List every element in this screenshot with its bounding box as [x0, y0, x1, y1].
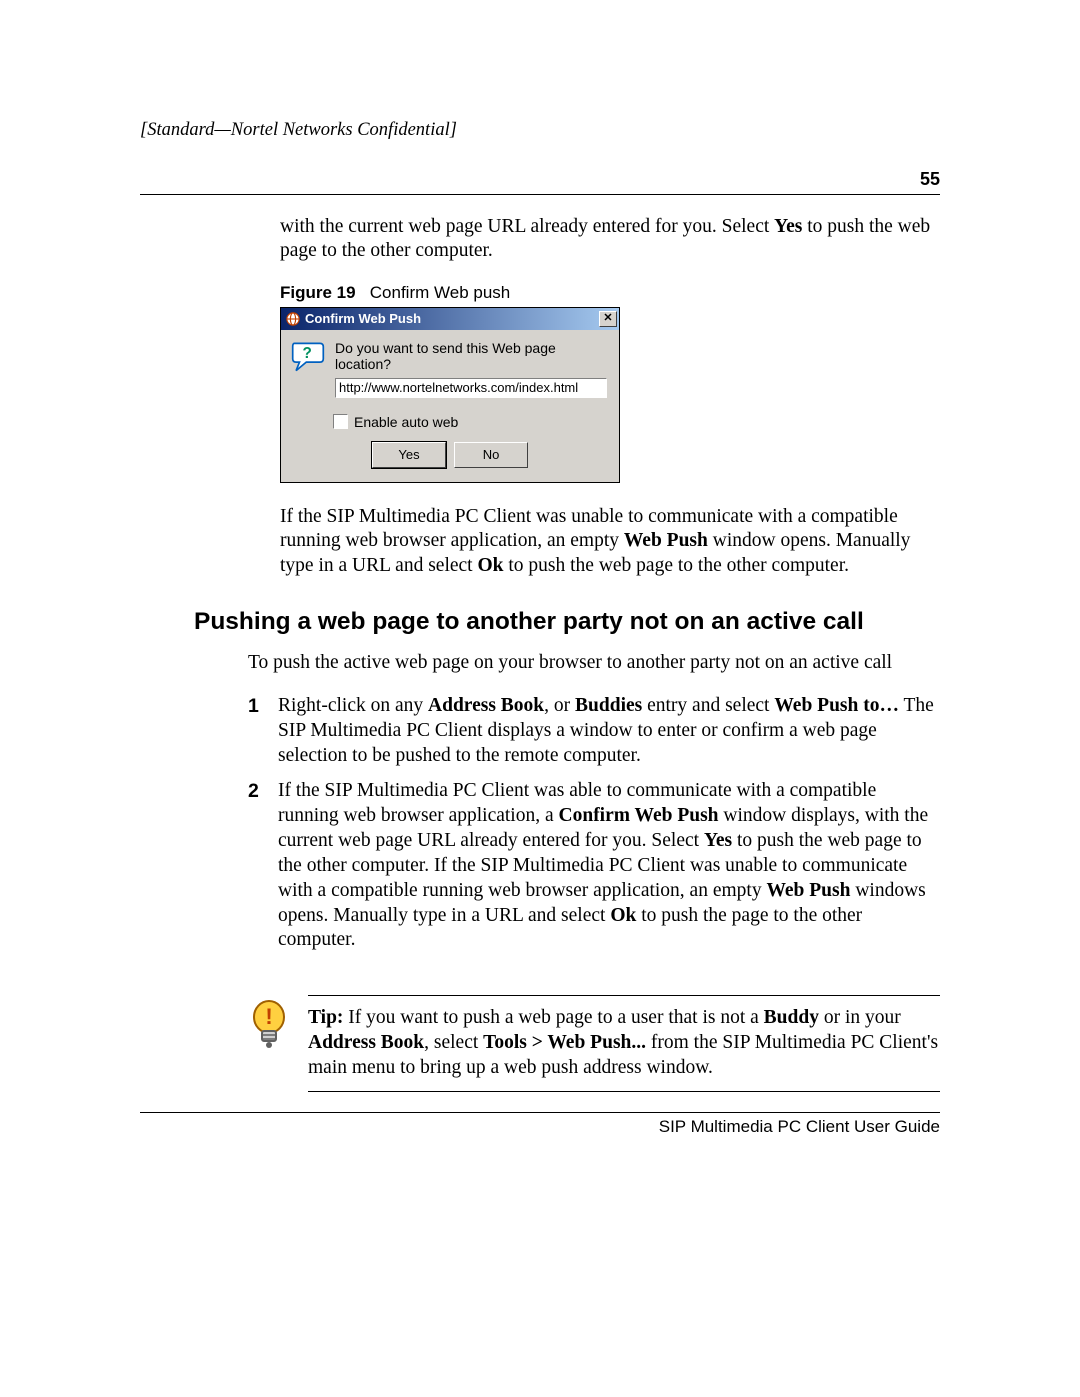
dialog-prompt: Do you want to send this Web page locati… [335, 340, 607, 372]
tip-text: Tip: If you want to push a web page to a… [308, 1006, 940, 1081]
bold: Address Book [308, 1032, 424, 1053]
text: Right-click on any [278, 695, 428, 716]
bold: Address Book [428, 695, 544, 716]
figure-label: Figure 19 [280, 283, 356, 302]
header-confidential: [Standard—Nortel Networks Confidential] [140, 120, 940, 141]
svg-text:!: ! [265, 1004, 272, 1029]
tip-rule-top [308, 995, 940, 996]
bold: Web Push [766, 880, 850, 901]
text: to push the web page to the other comput… [503, 555, 849, 576]
yes-button[interactable]: Yes [372, 442, 446, 468]
after-figure-paragraph: If the SIP Multimedia PC Client was unab… [280, 505, 940, 578]
bold-yes: Yes [774, 216, 802, 237]
checkbox-label: Enable auto web [354, 414, 458, 430]
bold: Buddies [575, 695, 642, 716]
dialog-titlebar: Confirm Web Push ✕ [281, 308, 619, 330]
text: or in your [819, 1007, 901, 1028]
text: , or [544, 695, 575, 716]
footer-text: SIP Multimedia PC Client User Guide [140, 1117, 940, 1137]
step-1: 1 Right-click on any Address Book, or Bu… [248, 694, 940, 769]
bold: Ok [610, 905, 636, 926]
text: with the current web page URL already en… [280, 216, 774, 237]
text: entry and select [642, 695, 774, 716]
step-2: 2 If the SIP Multimedia PC Client was ab… [248, 779, 940, 954]
text: If you want to push a web page to a user… [343, 1007, 763, 1028]
bold-ok: Ok [477, 555, 503, 576]
section-heading: Pushing a web page to another party not … [194, 608, 940, 636]
tip-rule-bot [308, 1091, 940, 1092]
bold-web-push: Web Push [624, 530, 708, 551]
question-icon: ? [291, 340, 325, 374]
intro-line: To push the active web page on your brow… [248, 652, 940, 674]
header-rule [140, 194, 940, 195]
page-number: 55 [140, 169, 940, 190]
lightbulb-icon: ! [248, 999, 290, 1063]
continuation-paragraph: with the current web page URL already en… [280, 215, 940, 264]
bold: Web Push to… [774, 695, 899, 716]
no-button[interactable]: No [454, 442, 528, 468]
figure-title: Confirm Web push [370, 283, 510, 302]
svg-text:?: ? [302, 345, 311, 362]
app-icon [285, 311, 301, 327]
figure-caption: Figure 19 Confirm Web push [280, 283, 940, 303]
auto-web-checkbox-row[interactable]: Enable auto web [281, 406, 619, 436]
url-input[interactable] [335, 378, 607, 398]
step-number: 1 [248, 694, 266, 769]
bold: Tools > Web Push... [483, 1032, 646, 1053]
dialog-title: Confirm Web Push [305, 311, 599, 326]
tip-block: ! Tip: If you want to push a web page to… [248, 995, 940, 1092]
bold: Yes [704, 830, 732, 851]
bold: Buddy [764, 1007, 819, 1028]
footer-rule [140, 1112, 940, 1113]
bold: Confirm Web Push [559, 805, 719, 826]
confirm-web-push-dialog: Confirm Web Push ✕ ? Do you want to send… [280, 307, 620, 483]
checkbox-icon[interactable] [333, 414, 348, 429]
text: , select [424, 1032, 483, 1053]
close-button[interactable]: ✕ [599, 311, 617, 327]
tip-label: Tip: [308, 1007, 343, 1028]
step-number: 2 [248, 779, 266, 954]
